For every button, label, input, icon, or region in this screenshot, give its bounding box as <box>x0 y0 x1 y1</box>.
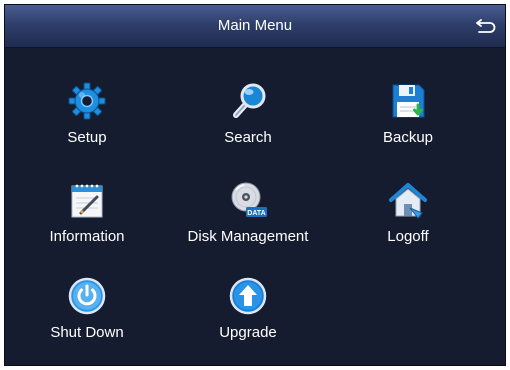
menu-item-label: Logoff <box>387 228 429 245</box>
menu-item-upgrade[interactable]: Upgrade <box>168 276 328 356</box>
title-bar: Main Menu <box>5 5 505 48</box>
svg-text:DATA: DATA <box>247 210 265 217</box>
data-disc-icon: DATA <box>231 182 267 217</box>
upload-arrow-icon <box>229 277 267 315</box>
menu-item-setup[interactable]: Setup <box>7 81 167 161</box>
menu-item-search[interactable]: Search <box>168 81 328 161</box>
menu-item-label: Information <box>49 228 125 245</box>
page-title: Main Menu <box>217 17 293 34</box>
menu-item-information[interactable]: Information <box>7 180 167 260</box>
floppy-disk-icon <box>392 84 425 118</box>
power-icon <box>68 277 106 315</box>
house-icon <box>389 183 427 219</box>
menu-item-logoff[interactable]: Logoff <box>328 180 488 260</box>
gear-icon <box>68 82 106 120</box>
menu-item-label: Setup <box>67 129 107 146</box>
notepad-icon <box>71 184 103 218</box>
menu-item-backup[interactable]: Backup <box>328 81 488 161</box>
menu-item-disk-management[interactable]: DATA Disk Management <box>168 180 328 260</box>
menu-item-shut-down[interactable]: Shut Down <box>7 276 167 356</box>
return-arrow-icon <box>476 19 496 33</box>
menu-item-label: Upgrade <box>219 324 277 341</box>
main-menu-window: Main Menu Setup Search Backup Informatio… <box>4 4 506 366</box>
menu-item-label: Disk Management <box>187 228 309 245</box>
back-button[interactable] <box>473 13 499 39</box>
menu-item-label: Backup <box>382 129 434 146</box>
magnifier-icon <box>233 83 266 118</box>
menu-item-label: Search <box>224 129 272 146</box>
menu-item-label: Shut Down <box>50 324 124 341</box>
